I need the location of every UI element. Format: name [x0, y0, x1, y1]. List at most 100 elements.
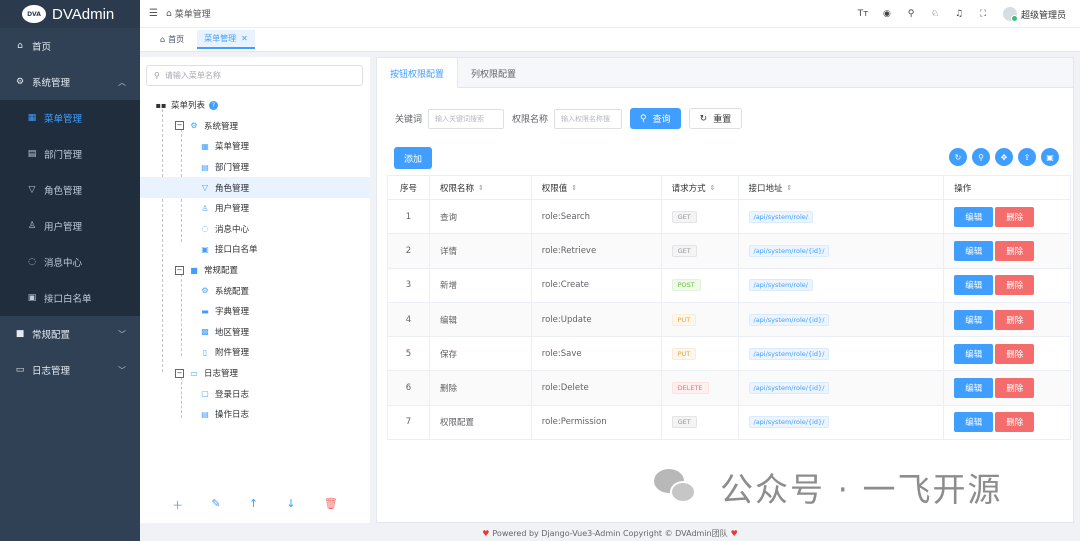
edit-button[interactable]: 编辑: [954, 412, 994, 433]
sidebar-item-system[interactable]: ⚙ 系统管理 ︿: [0, 64, 140, 100]
settings-icon: ⚙: [201, 286, 209, 296]
app-logo[interactable]: DVA DVAdmin: [0, 0, 140, 28]
cell-method: GET: [661, 200, 739, 235]
cell-method: POST: [661, 268, 739, 303]
tree-node[interactable]: ▬ 字典管理: [140, 301, 370, 322]
delete-button[interactable]: 删除: [995, 378, 1035, 399]
arrow-down-icon[interactable]: ↓: [286, 497, 295, 513]
filter-icon: ▽: [201, 183, 209, 193]
trash-icon[interactable]: 🗑: [324, 497, 338, 513]
sidebar-item-menu[interactable]: ▦ 菜单管理: [0, 100, 140, 136]
tree-node[interactable]: ▣ 接口白名单: [140, 239, 370, 260]
edit-button[interactable]: 编辑: [954, 275, 994, 296]
delete-button[interactable]: 删除: [995, 343, 1035, 364]
table-toolbar: ↻ ⚲ ✥ ⇪ ▣: [944, 148, 1059, 166]
col-name[interactable]: 权限名称 ⇕: [429, 176, 532, 200]
sidebar-item-user[interactable]: ♙ 用户管理: [0, 208, 140, 244]
search-icon[interactable]: ⚲: [972, 148, 990, 166]
collapse-icon[interactable]: −: [175, 121, 184, 131]
plus-icon[interactable]: ＋: [172, 497, 183, 513]
add-button[interactable]: 添加: [394, 147, 433, 169]
menu-toggle-icon[interactable]: ☰: [149, 8, 158, 19]
sidebar-item-label: 菜单管理: [44, 114, 83, 125]
refresh-icon[interactable]: ↻: [949, 148, 967, 166]
tree-node[interactable]: ◌ 消息中心: [140, 219, 370, 240]
edit-icon[interactable]: ✎: [211, 497, 220, 513]
keyword-input[interactable]: [428, 108, 505, 129]
font-size-icon[interactable]: Tт: [851, 9, 875, 19]
sidebar-item-log[interactable]: ▭ 日志管理 ﹀: [0, 352, 140, 388]
sort-icon[interactable]: ⇕: [571, 184, 577, 192]
col-api[interactable]: 接口地址 ⇕: [738, 176, 945, 200]
tree-node[interactable]: ▢ 登录日志: [140, 383, 370, 404]
target-icon[interactable]: ◉: [875, 9, 899, 19]
tree-node[interactable]: ⚙ 系统配置: [140, 280, 370, 301]
move-icon[interactable]: ✥: [995, 148, 1013, 166]
tree-node[interactable]: ▤ 部门管理: [140, 157, 370, 178]
sort-icon[interactable]: ⇕: [710, 184, 716, 192]
delete-button[interactable]: 删除: [995, 206, 1035, 227]
sidebar-item-whitelist[interactable]: ▣ 接口白名单: [0, 280, 140, 316]
tree-root[interactable]: ▪▪ 菜单列表 ?: [140, 95, 370, 116]
col-value[interactable]: 权限值 ⇕: [531, 176, 662, 200]
fullscreen-icon[interactable]: ⛶: [971, 9, 995, 19]
tree-node[interactable]: − ▭ 日志管理: [140, 363, 370, 384]
edit-button[interactable]: 编辑: [954, 378, 994, 399]
tag-menu[interactable]: 菜单管理 ✕: [197, 30, 255, 49]
sidebar-item-role[interactable]: ▽ 角色管理: [0, 172, 140, 208]
shirt-icon[interactable]: ♘: [923, 9, 947, 19]
help-icon[interactable]: ?: [209, 100, 219, 110]
user-icon: ♙: [27, 221, 37, 231]
avatar[interactable]: [1002, 7, 1018, 22]
cell-value: role:Permission: [531, 405, 662, 441]
save-icon[interactable]: ▣: [1041, 148, 1059, 166]
username[interactable]: 超级管理员: [1021, 8, 1066, 21]
bell-icon[interactable]: ♫: [947, 9, 971, 19]
cell-api: /api/system/role/{id}/: [738, 405, 945, 441]
tree-node[interactable]: ▤ 操作日志: [140, 404, 370, 425]
tab-column-permission[interactable]: 列权限配置: [458, 58, 529, 88]
tree-node-selected[interactable]: ▽ 角色管理: [140, 177, 370, 198]
breadcrumb-current[interactable]: 菜单管理: [175, 7, 211, 20]
delete-button[interactable]: 删除: [995, 240, 1035, 261]
tree-node[interactable]: − ⚙ 系统管理: [140, 116, 370, 137]
edit-button[interactable]: 编辑: [954, 343, 994, 364]
arrow-up-icon[interactable]: ↑: [249, 497, 258, 513]
edit-button[interactable]: 编辑: [954, 309, 994, 330]
query-button[interactable]: ⚲ 查询: [630, 108, 681, 129]
reset-button[interactable]: ↻ 重置: [688, 108, 743, 129]
log-icon: ▭: [190, 368, 198, 378]
collapse-icon[interactable]: −: [175, 265, 184, 275]
sidebar-item-config[interactable]: ■ 常规配置 ﹀: [0, 316, 140, 352]
edit-button[interactable]: 编辑: [954, 240, 994, 261]
search-icon[interactable]: ⚲: [899, 9, 923, 19]
tab-button-permission[interactable]: 按钮权限配置: [377, 58, 459, 88]
tree-node[interactable]: ♙ 用户管理: [140, 198, 370, 219]
tree-node[interactable]: ▦ 菜单管理: [140, 136, 370, 157]
tree-node[interactable]: ▯ 附件管理: [140, 342, 370, 363]
permission-name-input[interactable]: [554, 108, 623, 129]
tree-search[interactable]: ⚲: [146, 65, 363, 86]
col-method[interactable]: 请求方式 ⇕: [661, 176, 739, 200]
tag-home[interactable]: ⌂ 首页: [153, 30, 191, 49]
tree-node[interactable]: ▩ 地区管理: [140, 322, 370, 343]
close-icon[interactable]: ✕: [241, 34, 248, 43]
delete-button[interactable]: 删除: [995, 275, 1035, 296]
sidebar-item-message[interactable]: ◌ 消息中心: [0, 244, 140, 280]
tree-node[interactable]: − ■ 常规配置: [140, 260, 370, 281]
delete-button[interactable]: 删除: [995, 412, 1035, 433]
edit-button[interactable]: 编辑: [954, 206, 994, 227]
sidebar-item-dept[interactable]: ▤ 部门管理: [0, 136, 140, 172]
upload-icon[interactable]: ⇪: [1018, 148, 1036, 166]
collapse-icon[interactable]: −: [175, 368, 184, 378]
menu-tree-panel: ⚲ ▪▪ 菜单列表 ? − ⚙ 系统管理 ▦ 菜单管理 ▤ 部门管理 ▽ 角色管…: [140, 57, 370, 523]
config-icon: ■: [15, 329, 25, 339]
home-icon: ⌂: [160, 35, 166, 44]
permission-name-label: 权限名称: [512, 115, 549, 125]
sidebar-item-home[interactable]: ⌂ 首页: [0, 28, 140, 64]
sort-icon[interactable]: ⇕: [787, 184, 793, 192]
delete-button[interactable]: 删除: [995, 309, 1035, 330]
tree-search-input[interactable]: [164, 71, 345, 80]
heart-icon: ♥: [730, 528, 738, 538]
sort-icon[interactable]: ⇕: [478, 184, 484, 192]
